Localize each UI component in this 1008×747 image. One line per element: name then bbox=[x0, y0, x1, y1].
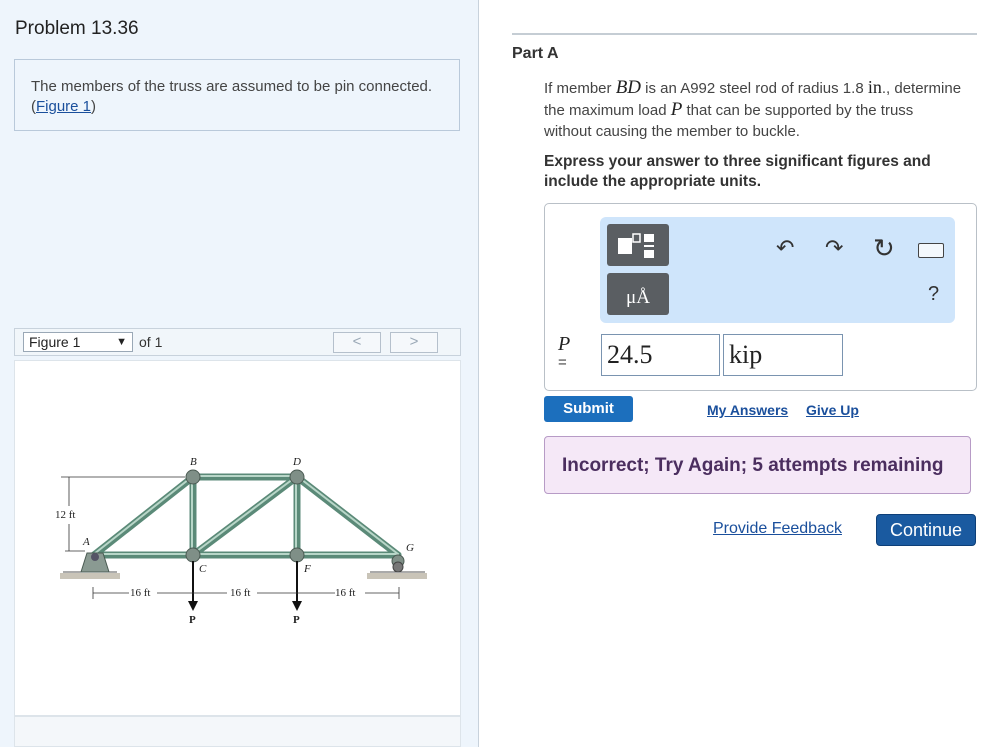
joint-label-b: B bbox=[190, 456, 197, 468]
part-title: Part A bbox=[512, 45, 559, 62]
units-button-label: μÅ bbox=[626, 287, 650, 308]
truss-members bbox=[90, 473, 402, 559]
load-label-1: P bbox=[189, 614, 196, 626]
joint-label-d: D bbox=[293, 456, 301, 468]
figure-footer bbox=[14, 716, 461, 747]
span-3-label: 16 ft bbox=[335, 587, 356, 599]
math-toolbar: μÅ ↶ ↷ ↻ ? bbox=[600, 217, 955, 323]
figure-count: of 1 bbox=[139, 334, 163, 350]
templates-button[interactable] bbox=[607, 224, 669, 266]
span-1-label: 16 ft bbox=[130, 587, 151, 599]
unit-in: in bbox=[867, 77, 882, 97]
question-pre: If member bbox=[544, 80, 616, 97]
pin-a bbox=[91, 553, 99, 561]
joint-label-c: C bbox=[199, 563, 207, 575]
member-var: BD bbox=[615, 77, 642, 98]
part-divider bbox=[512, 33, 977, 35]
reset-icon[interactable]: ↻ bbox=[873, 233, 895, 264]
answer-equals: = bbox=[558, 354, 567, 371]
prev-figure-button[interactable]: < bbox=[333, 332, 381, 353]
joint-label-f: F bbox=[304, 563, 311, 575]
undo-icon[interactable]: ↶ bbox=[776, 235, 794, 261]
question-mid1: is an A992 steel rod of radius 1.8 bbox=[641, 80, 868, 97]
ground-right bbox=[367, 573, 427, 579]
figure-link[interactable]: Figure 1 bbox=[36, 98, 91, 115]
figure-select[interactable]: Figure 1 ▼ bbox=[23, 332, 133, 352]
answer-var-label: P bbox=[558, 333, 571, 355]
height-dimension-label: 12 ft bbox=[55, 509, 76, 521]
redo-icon[interactable]: ↷ bbox=[825, 235, 843, 261]
submit-button[interactable]: Submit bbox=[544, 396, 633, 422]
my-answers-link[interactable]: My Answers bbox=[707, 402, 788, 418]
intro-text: The members of the truss are assumed to … bbox=[31, 78, 433, 95]
dropdown-arrow-icon: ▼ bbox=[116, 336, 127, 348]
paren-close: ) bbox=[91, 98, 97, 115]
left-panel: Problem 13.36 The members of the truss a… bbox=[0, 0, 479, 747]
figure-panel: 12 ft 16 ft 16 ft 16 ft A B C D F G P P bbox=[14, 360, 461, 716]
problem-intro: The members of the truss are assumed to … bbox=[14, 59, 460, 131]
question-text: If member BD is an A992 steel rod of rad… bbox=[544, 77, 964, 142]
template-icon bbox=[618, 233, 654, 258]
keyboard-icon[interactable] bbox=[918, 243, 944, 258]
figure-select-value: Figure 1 bbox=[29, 334, 81, 350]
figure-nav-bar: Figure 1 ▼ of 1 < > bbox=[14, 328, 461, 356]
span-2-label: 16 ft bbox=[230, 587, 251, 599]
answer-value-input[interactable]: 24.5 bbox=[601, 334, 720, 376]
help-icon[interactable]: ? bbox=[928, 283, 939, 306]
give-up-link[interactable]: Give Up bbox=[806, 402, 859, 418]
next-figure-button[interactable]: > bbox=[390, 332, 438, 353]
roller-g bbox=[392, 561, 404, 573]
continue-button[interactable]: Continue bbox=[876, 514, 976, 546]
answer-unit-input[interactable]: kip bbox=[723, 334, 843, 376]
answer-instructions: Express your answer to three significant… bbox=[544, 153, 931, 190]
incorrect-feedback: Incorrect; Try Again; 5 attempts remaini… bbox=[544, 436, 971, 494]
joint-label-g: G bbox=[406, 542, 414, 554]
units-button[interactable]: μÅ bbox=[607, 273, 669, 315]
provide-feedback-link[interactable]: Provide Feedback bbox=[713, 520, 842, 538]
joint-label-a: A bbox=[83, 536, 90, 548]
load-label-2: P bbox=[293, 614, 300, 626]
problem-title: Problem 13.36 bbox=[15, 18, 139, 39]
load-var: P bbox=[670, 99, 683, 120]
ground-left bbox=[60, 573, 120, 579]
feedback-message: Incorrect; Try Again; 5 attempts remaini… bbox=[562, 455, 944, 476]
truss-diagram bbox=[60, 469, 427, 611]
